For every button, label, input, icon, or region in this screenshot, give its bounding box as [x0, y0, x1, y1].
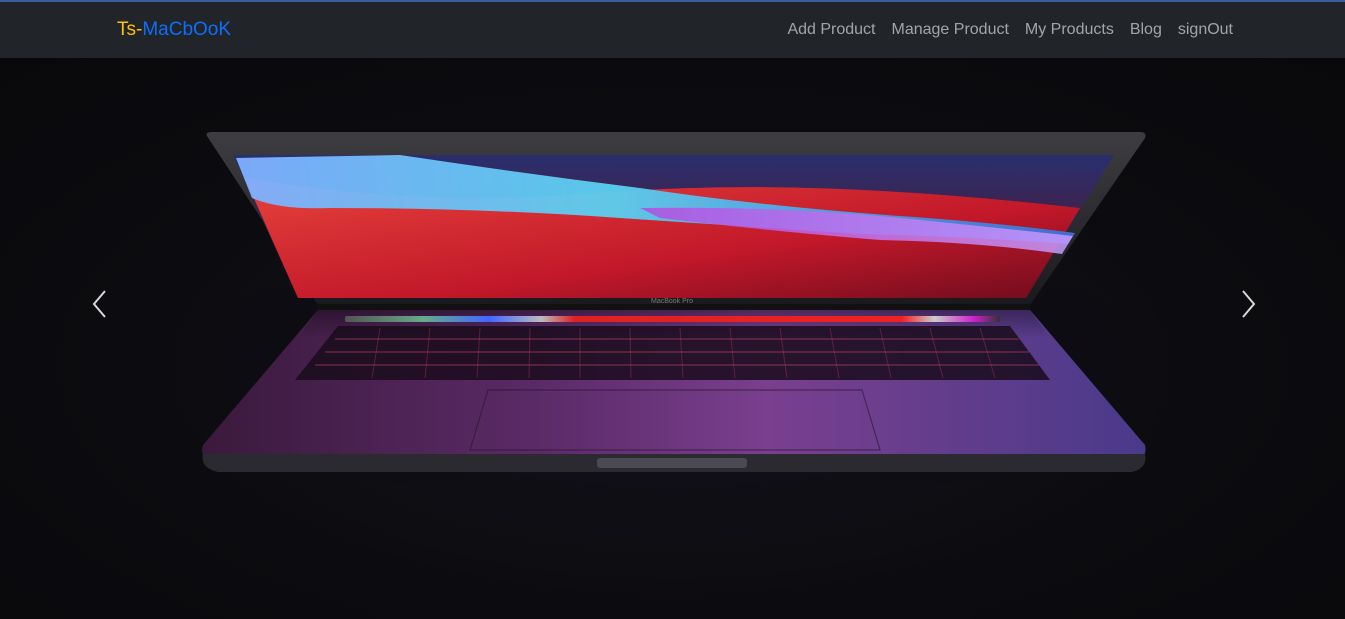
brand-part-yellow: Ts- [117, 19, 143, 40]
chevron-right-icon [1242, 290, 1256, 318]
hero-carousel: MacBook Pro [0, 58, 1345, 619]
nav-my-products[interactable]: My Products [1025, 21, 1114, 39]
macbook-slide-image: MacBook Pro [152, 132, 1192, 518]
screen-model-label: MacBook Pro [651, 298, 693, 305]
brand-part-blue: MaCbOoK [142, 19, 232, 40]
navbar: Ts-MaCbOoK Add Product Manage Product My… [0, 2, 1345, 58]
nav-add-product[interactable]: Add Product [787, 21, 875, 39]
nav-blog[interactable]: Blog [1130, 21, 1162, 39]
nav-manage-product[interactable]: Manage Product [892, 21, 1009, 39]
chevron-left-icon [92, 290, 106, 318]
carousel-prev-button[interactable] [80, 274, 120, 334]
nav-links: Add Product Manage Product My Products B… [787, 2, 1233, 58]
nav-signout[interactable]: signOut [1178, 21, 1233, 39]
carousel-next-button[interactable] [1228, 274, 1268, 334]
brand-logo[interactable]: Ts-MaCbOoK [117, 2, 231, 58]
